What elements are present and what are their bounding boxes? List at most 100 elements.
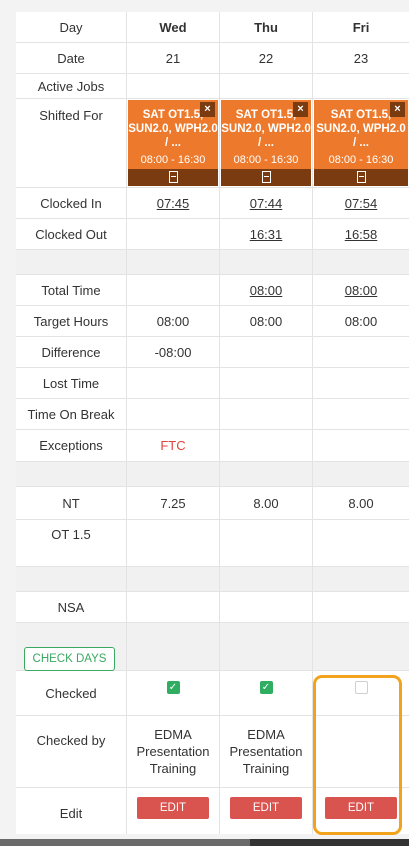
time-on-break-thu bbox=[220, 399, 313, 429]
nsa-thu bbox=[220, 592, 313, 622]
clocked-in-row: Clocked In 07:45 07:44 07:54 bbox=[16, 188, 409, 219]
day-label: Day bbox=[16, 12, 127, 42]
document-icon[interactable] bbox=[357, 171, 366, 183]
active-jobs-thu bbox=[220, 74, 313, 98]
checked-by-label: Checked by bbox=[16, 716, 127, 787]
spacer-cell bbox=[127, 567, 220, 591]
spacer-cell bbox=[220, 250, 313, 274]
nt-thu: 8.00 bbox=[220, 487, 313, 519]
clocked-out-row: Clocked Out 16:31 16:58 bbox=[16, 219, 409, 250]
ot15-thu bbox=[220, 520, 313, 566]
checkbox-fri[interactable] bbox=[354, 681, 368, 694]
spacer-cell bbox=[220, 623, 313, 670]
day-wed: Wed bbox=[127, 12, 220, 42]
difference-wed: -08:00 bbox=[127, 337, 220, 367]
shifted-for-label: Shifted For bbox=[16, 99, 127, 187]
clocked-out-thu[interactable]: 16:31 bbox=[220, 219, 313, 249]
exceptions-row: Exceptions FTC bbox=[16, 430, 409, 462]
time-on-break-fri bbox=[313, 399, 409, 429]
exceptions-thu bbox=[220, 430, 313, 461]
edit-cell-thu: EDIT bbox=[220, 788, 313, 834]
checked-by-wed: EDMA Presentation Training bbox=[127, 716, 220, 787]
target-hours-thu: 08:00 bbox=[220, 306, 313, 336]
active-jobs-fri bbox=[313, 74, 409, 98]
lost-time-row: Lost Time bbox=[16, 368, 409, 399]
spacer-cell bbox=[313, 567, 409, 591]
spacer-row bbox=[16, 462, 409, 487]
document-icon[interactable] bbox=[262, 171, 271, 183]
lost-time-wed bbox=[127, 368, 220, 398]
edit-label: Edit bbox=[16, 788, 127, 834]
close-icon[interactable]: × bbox=[200, 102, 215, 117]
exceptions-wed[interactable]: FTC bbox=[127, 430, 220, 461]
day-fri: Fri bbox=[313, 12, 409, 42]
job-card[interactable]: SAT OT1.5, SUN2.0, WPH2.0 / ... × 08:00 … bbox=[128, 100, 218, 186]
job-card[interactable]: SAT OT1.5, SUN2.0, WPH2.0 / ... × 08:00 … bbox=[314, 100, 408, 186]
spacer-cell bbox=[127, 623, 220, 670]
difference-thu bbox=[220, 337, 313, 367]
document-icon[interactable] bbox=[169, 171, 178, 183]
edit-row: Edit EDIT EDIT EDIT bbox=[16, 788, 409, 834]
job-time: 08:00 - 16:30 bbox=[233, 154, 299, 166]
clocked-out-fri[interactable]: 16:58 bbox=[313, 219, 409, 249]
job-card[interactable]: SAT OT1.5, SUN2.0, WPH2.0 / ... × 08:00 … bbox=[221, 100, 311, 186]
checked-label: Checked bbox=[16, 671, 127, 715]
active-jobs-row: Active Jobs bbox=[16, 74, 409, 99]
close-icon[interactable]: × bbox=[293, 102, 308, 117]
clocked-out-label: Clocked Out bbox=[16, 219, 127, 249]
total-time-wed[interactable] bbox=[127, 275, 220, 305]
difference-label: Difference bbox=[16, 337, 127, 367]
nsa-wed bbox=[127, 592, 220, 622]
nt-fri: 8.00 bbox=[313, 487, 409, 519]
edit-button-thu[interactable]: EDIT bbox=[230, 797, 302, 819]
close-icon[interactable]: × bbox=[390, 102, 405, 117]
checkmark-icon: ✓ bbox=[168, 682, 178, 693]
target-hours-wed: 08:00 bbox=[127, 306, 220, 336]
checked-by-thu: EDMA Presentation Training bbox=[220, 716, 313, 787]
lost-time-label: Lost Time bbox=[16, 368, 127, 398]
checked-row: Checked ✓ ✓ bbox=[16, 671, 409, 716]
total-time-fri[interactable]: 08:00 bbox=[313, 275, 409, 305]
date-label: Date bbox=[16, 43, 127, 73]
timesheet-grid: Day Wed Thu Fri Date 21 22 23 Active Job… bbox=[16, 12, 409, 834]
checkbox-thu[interactable]: ✓ bbox=[259, 681, 273, 694]
spacer-cell bbox=[313, 250, 409, 274]
checkbox-wed[interactable]: ✓ bbox=[166, 681, 180, 694]
day-row: Day Wed Thu Fri bbox=[16, 12, 409, 43]
checked-thu: ✓ bbox=[220, 671, 313, 715]
date-row: Date 21 22 23 bbox=[16, 43, 409, 74]
clocked-in-wed[interactable]: 07:45 bbox=[127, 188, 220, 218]
time-on-break-wed bbox=[127, 399, 220, 429]
spacer-cell bbox=[313, 462, 409, 486]
checked-by-fri bbox=[313, 716, 409, 787]
total-time-thu[interactable]: 08:00 bbox=[220, 275, 313, 305]
job-bar bbox=[128, 169, 218, 186]
job-cell-fri: SAT OT1.5, SUN2.0, WPH2.0 / ... × 08:00 … bbox=[313, 99, 409, 187]
edit-button-wed[interactable]: EDIT bbox=[137, 797, 209, 819]
clocked-in-thu[interactable]: 07:44 bbox=[220, 188, 313, 218]
edit-cell-wed: EDIT bbox=[127, 788, 220, 834]
spacer-row bbox=[16, 250, 409, 275]
target-hours-fri: 08:00 bbox=[313, 306, 409, 336]
spacer-cell bbox=[220, 567, 313, 591]
date-wed: 21 bbox=[127, 43, 220, 73]
check-days-button[interactable]: CHECK DAYS bbox=[24, 647, 115, 671]
edit-cell-fri: EDIT bbox=[313, 788, 409, 834]
target-hours-row: Target Hours 08:00 08:00 08:00 bbox=[16, 306, 409, 337]
job-time: 08:00 - 16:30 bbox=[140, 154, 206, 166]
spacer-cell bbox=[127, 250, 220, 274]
scrollbar-thumb[interactable] bbox=[0, 839, 250, 846]
spacer-cell bbox=[313, 623, 409, 670]
checkmark-icon: ✓ bbox=[261, 682, 271, 693]
spacer-cell bbox=[16, 250, 127, 274]
checked-wed: ✓ bbox=[127, 671, 220, 715]
job-bar bbox=[221, 169, 311, 186]
target-hours-label: Target Hours bbox=[16, 306, 127, 336]
horizontal-scrollbar[interactable] bbox=[0, 839, 409, 846]
ot15-row: OT 1.5 bbox=[16, 520, 409, 567]
edit-button-fri[interactable]: EDIT bbox=[325, 797, 397, 819]
clocked-in-fri[interactable]: 07:54 bbox=[313, 188, 409, 218]
clocked-out-wed[interactable] bbox=[127, 219, 220, 249]
ot15-label: OT 1.5 bbox=[16, 520, 127, 566]
time-on-break-row: Time On Break bbox=[16, 399, 409, 430]
